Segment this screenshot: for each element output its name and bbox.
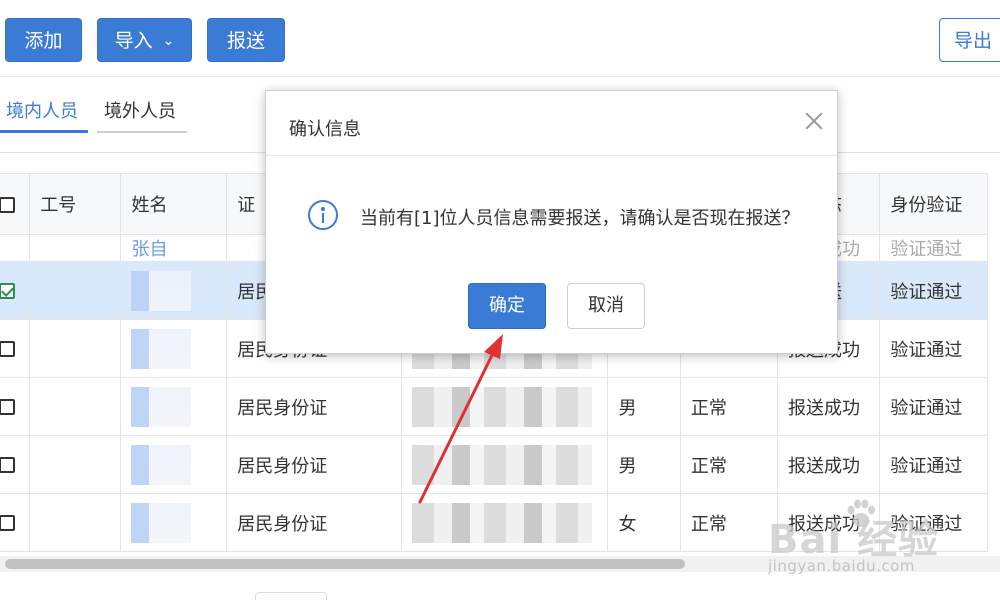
import-button-label: 导入 xyxy=(114,30,153,52)
select-all-checkbox[interactable] xyxy=(0,196,15,213)
baidu-jingyan-watermark: Bai 经验 jingyan.baidu.com xyxy=(768,499,993,583)
report-button[interactable]: 报送 xyxy=(207,18,285,62)
header-verify-status: 身份验证 xyxy=(879,173,988,235)
row-checkbox-cell[interactable] xyxy=(0,377,31,436)
employee-no-cell xyxy=(29,377,122,436)
verify-status-cell: 验证通过 xyxy=(879,234,988,262)
verify-status-cell: 验证通过 xyxy=(879,377,988,436)
employee-no-cell xyxy=(29,319,122,378)
id-type-cell: 居民身份证 xyxy=(226,435,402,494)
name-cell xyxy=(120,377,228,436)
cancel-button[interactable]: 取消 xyxy=(567,283,645,329)
table-row[interactable]: 居民身份证 男 正常 报送成功 验证通过 xyxy=(0,377,988,436)
id-number-cell xyxy=(400,435,609,494)
id-number-redacted xyxy=(411,444,592,485)
employee-no-cell xyxy=(29,261,122,320)
add-button[interactable]: 添加 xyxy=(5,18,82,62)
verify-status-cell: 验证通过 xyxy=(879,261,988,320)
name-redacted xyxy=(131,444,192,485)
row-checkbox[interactable] xyxy=(0,515,15,531)
horizontal-scrollbar-thumb[interactable] xyxy=(5,559,685,569)
row-checkbox-cell[interactable] xyxy=(0,435,31,494)
tab-foreign-personnel[interactable]: 境外人员 xyxy=(104,99,176,129)
row-checkbox[interactable] xyxy=(0,283,15,299)
table-row[interactable]: 居民身份证 男 正常 报送成功 验证通过 xyxy=(0,435,988,494)
confirm-button[interactable]: 确定 xyxy=(468,283,546,329)
report-status-cell: 报送成功 xyxy=(776,435,881,494)
name-cell xyxy=(120,435,228,494)
id-type-cell: 居民身份证 xyxy=(226,377,402,436)
id-number-cell xyxy=(400,377,609,436)
verify-status-cell: 验证通过 xyxy=(879,319,988,378)
status-cell: 正常 xyxy=(679,435,779,494)
id-number-cell xyxy=(400,493,609,552)
dialog-title: 确认信息 xyxy=(289,119,361,140)
name-link[interactable]: 张自 xyxy=(131,239,167,260)
page: 添加 导入⌄ 报送 导出 境内人员 境外人员 工号 姓名 证 送状态 身份验证 xyxy=(0,0,1000,600)
row-checkbox[interactable] xyxy=(0,399,15,415)
toolbar-divider xyxy=(0,76,1000,77)
dialog-divider xyxy=(266,155,837,156)
row-checkbox[interactable] xyxy=(0,457,15,473)
name-cell xyxy=(120,319,228,378)
import-dropdown-button[interactable]: 导入 ⌄ xyxy=(97,18,192,62)
close-icon[interactable] xyxy=(802,109,826,133)
id-type-cell: 居民身份证 xyxy=(226,493,402,552)
name-redacted xyxy=(131,386,192,427)
name-cell xyxy=(120,261,228,320)
verify-status-cell: 验证通过 xyxy=(879,435,988,494)
id-number-redacted xyxy=(411,386,592,427)
row-checkbox-cell[interactable] xyxy=(0,319,31,378)
id-number-redacted xyxy=(411,502,592,543)
name-cell xyxy=(120,493,228,552)
name-redacted xyxy=(131,502,192,543)
employee-no-cell xyxy=(29,234,122,262)
dialog-message: 当前有[1]位人员信息需要报送，请确认是否现在报送？ xyxy=(360,208,800,229)
employee-no-cell xyxy=(29,435,122,494)
info-icon xyxy=(308,200,338,230)
row-checkbox-cell xyxy=(0,234,31,262)
row-checkbox-cell[interactable] xyxy=(0,261,31,320)
row-checkbox[interactable] xyxy=(0,341,15,357)
pagination-partial xyxy=(255,592,327,600)
name-redacted xyxy=(131,328,192,369)
select-all-cell[interactable] xyxy=(0,173,31,235)
row-checkbox-cell[interactable] xyxy=(0,493,31,552)
employee-no-cell xyxy=(29,493,122,552)
header-name: 姓名 xyxy=(120,173,228,235)
chevron-down-icon: ⌄ xyxy=(162,33,175,49)
gender-cell: 男 xyxy=(607,377,681,436)
report-status-cell: 报送成功 xyxy=(776,377,881,436)
name-redacted xyxy=(131,270,192,311)
status-cell: 正常 xyxy=(679,377,779,436)
name-cell: 张自 xyxy=(120,234,228,262)
tab-underline xyxy=(97,131,187,133)
gender-cell: 女 xyxy=(607,493,681,552)
tab-domestic-personnel[interactable]: 境内人员 xyxy=(6,99,78,129)
watermark-url: jingyan.baidu.com xyxy=(768,557,915,575)
status-cell: 正常 xyxy=(679,493,779,552)
active-tab-indicator xyxy=(0,130,88,133)
header-employee-no: 工号 xyxy=(29,173,122,235)
gender-cell: 男 xyxy=(607,435,681,494)
export-button[interactable]: 导出 xyxy=(939,18,1000,62)
confirm-dialog: 确认信息 当前有[1]位人员信息需要报送，请确认是否现在报送？ 确定 取消 xyxy=(265,90,838,354)
